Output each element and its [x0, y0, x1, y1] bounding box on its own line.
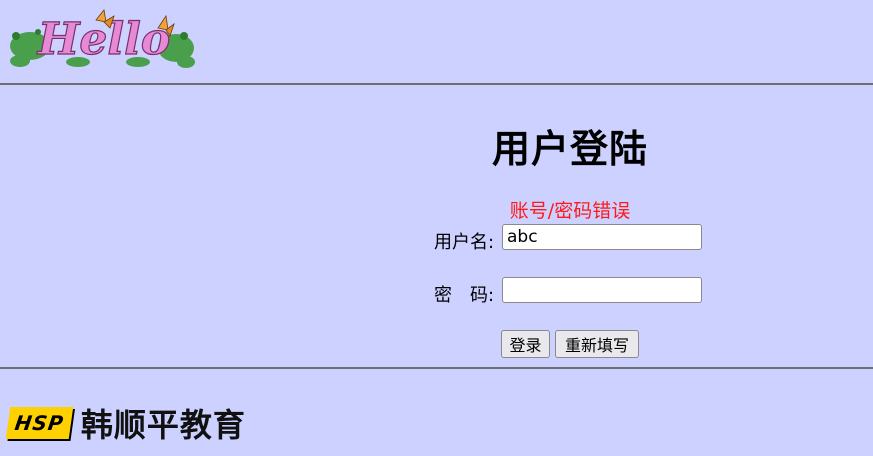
top-divider — [0, 83, 873, 85]
footer-logo: HSP 韩顺平教育 — [5, 404, 246, 444]
username-label: 用户名: — [434, 232, 495, 253]
hello-logo: Hello — [8, 6, 198, 70]
hsp-badge: HSP — [5, 407, 74, 439]
bottom-divider — [0, 367, 873, 369]
error-message: 账号/密码错误 — [509, 200, 631, 222]
page-title: 用户登陆 — [491, 127, 648, 171]
submit-button[interactable]: 登录 — [501, 330, 550, 358]
brand-name: 韩顺平教育 — [80, 406, 246, 444]
password-label: 密 码: — [434, 285, 495, 306]
username-input[interactable] — [502, 224, 702, 250]
hello-logo-image: Hello — [10, 9, 195, 68]
reset-button[interactable]: 重新填写 — [555, 330, 639, 358]
password-input[interactable] — [502, 277, 702, 303]
